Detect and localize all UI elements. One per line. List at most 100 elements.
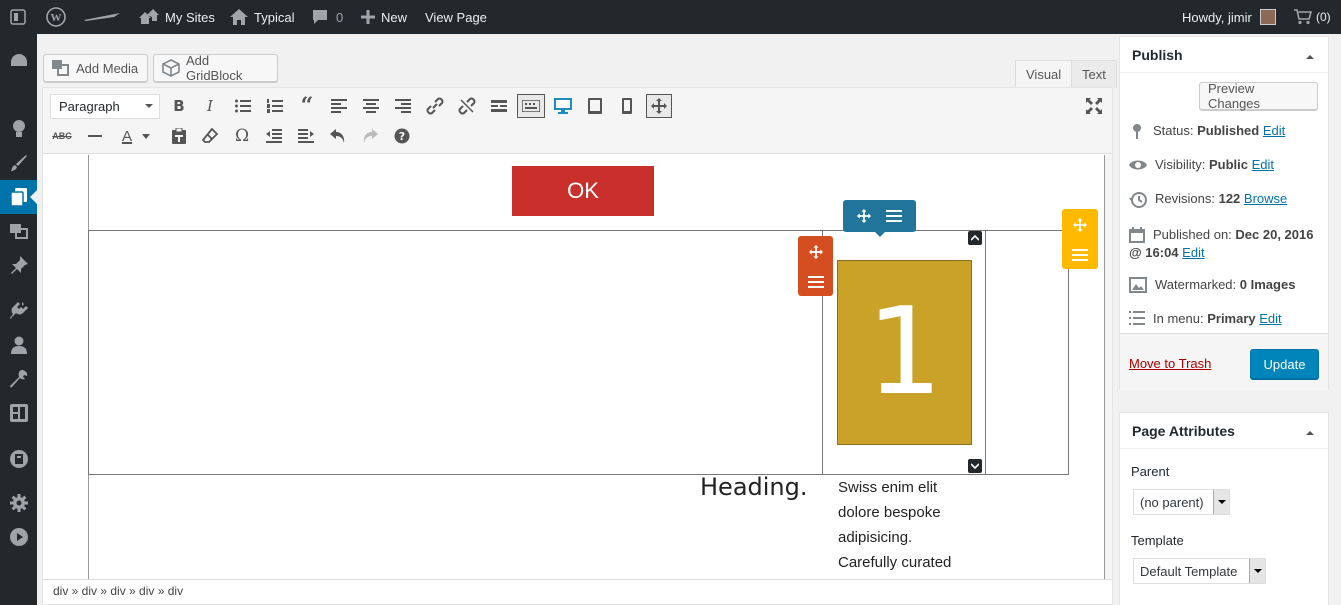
redo-icon[interactable] — [358, 124, 382, 148]
menu-pages[interactable] — [0, 180, 37, 214]
strikethrough-icon[interactable]: ABC — [50, 124, 74, 148]
menu-collapse[interactable] — [0, 520, 37, 554]
bulleted-list-icon[interactable] — [231, 94, 255, 118]
move-to-trash-link[interactable]: Move to Trash — [1129, 356, 1211, 371]
column-menu-icon[interactable] — [807, 275, 824, 288]
published-edit-link[interactable]: Edit — [1182, 245, 1204, 260]
template-select[interactable]: Default Template — [1133, 558, 1266, 584]
menu-ideas[interactable] — [0, 112, 37, 146]
revisions-label: Revisions: — [1155, 191, 1215, 206]
menu-settings-grid[interactable] — [0, 396, 37, 430]
column-handle[interactable] — [798, 236, 833, 296]
special-character-icon[interactable]: Ω — [230, 124, 254, 148]
format-select[interactable]: Paragraph — [50, 94, 160, 119]
align-right-icon[interactable] — [391, 94, 415, 118]
undo-icon[interactable] — [326, 124, 350, 148]
section-menu-icon[interactable] — [1072, 248, 1088, 261]
align-left-icon[interactable] — [327, 94, 351, 118]
site-swoosh-logo-icon[interactable] — [84, 0, 120, 34]
editor-scroll-strip[interactable] — [1104, 155, 1112, 579]
menu-dashboard[interactable] — [0, 44, 37, 78]
status-edit-link[interactable]: Edit — [1263, 123, 1285, 138]
site-name-menu[interactable]: Typical — [230, 0, 294, 34]
menu-appearance[interactable] — [0, 146, 37, 180]
publish-box-header[interactable]: Publish — [1120, 37, 1328, 73]
watermark-row: Watermarked: 0 Images — [1129, 277, 1295, 293]
row-handle[interactable] — [843, 200, 916, 232]
pushpin-icon — [10, 256, 28, 274]
wordpress-logo-icon[interactable]: W — [46, 0, 66, 34]
menu-users[interactable] — [0, 328, 37, 362]
menu-posts[interactable] — [0, 248, 37, 282]
column-move-icon[interactable] — [808, 244, 823, 259]
help-icon[interactable]: ? — [390, 124, 414, 148]
number-tile[interactable]: 1 — [837, 260, 972, 445]
row-menu-icon[interactable] — [885, 210, 902, 222]
toolbar-toggle-icon[interactable] — [517, 94, 545, 118]
menu-settings[interactable] — [0, 486, 37, 520]
update-button[interactable]: Update — [1250, 349, 1319, 379]
comments-menu[interactable]: 0 — [312, 0, 343, 34]
bold-icon[interactable]: B — [167, 94, 191, 118]
desktop-preview-icon[interactable] — [551, 94, 575, 118]
add-gridblock-button[interactable]: Add GridBlock — [153, 53, 278, 83]
text-color-dropdown-icon[interactable] — [139, 124, 153, 148]
menu-edit-link[interactable]: Edit — [1259, 311, 1281, 326]
revisions-row: Revisions: 122 Browse — [1129, 191, 1287, 209]
fullscreen-icon[interactable] — [1082, 94, 1106, 118]
eye-icon — [1129, 160, 1147, 170]
template-select-value: Default Template — [1140, 564, 1238, 579]
home-icon — [230, 9, 248, 25]
menu-gridblocks[interactable] — [0, 442, 37, 476]
collapse-down-icon[interactable] — [968, 459, 982, 473]
preview-changes-button[interactable]: Preview Changes — [1199, 81, 1318, 111]
section-handle[interactable] — [1062, 209, 1098, 269]
menu-tools[interactable] — [0, 362, 37, 396]
paragraph-line: adipisicing. — [838, 529, 913, 546]
section-move-icon[interactable] — [1073, 217, 1087, 232]
page-attributes-header[interactable]: Page Attributes — [1120, 413, 1328, 449]
editor-content[interactable]: OK 1 Heading. Swiss enim elit dolore bes… — [43, 155, 1112, 579]
visibility-edit-link[interactable]: Edit — [1252, 157, 1274, 172]
my-sites-menu[interactable]: My Sites — [139, 0, 215, 34]
numbered-list-icon[interactable] — [263, 94, 287, 118]
collapse-up-icon[interactable] — [968, 231, 982, 245]
read-more-icon[interactable] — [487, 94, 511, 118]
element-path[interactable]: div » div » div » div » div — [53, 584, 183, 598]
ok-button[interactable]: OK — [512, 166, 654, 216]
paste-as-text-icon[interactable] — [167, 124, 191, 148]
menu-media[interactable] — [0, 214, 37, 248]
my-account-menu[interactable]: Howdy, jimir — [1182, 0, 1276, 34]
new-content-menu[interactable]: New — [361, 0, 407, 34]
tab-visual[interactable]: Visual — [1015, 60, 1073, 88]
cart-menu[interactable]: (0) — [1294, 0, 1331, 34]
menu-row: In menu: Primary Edit — [1129, 311, 1282, 326]
visibility-row: Visibility: Public Edit — [1129, 157, 1274, 173]
remove-link-icon[interactable] — [455, 94, 479, 118]
insert-link-icon[interactable] — [423, 94, 447, 118]
tab-text[interactable]: Text — [1071, 60, 1117, 88]
indent-icon[interactable] — [294, 124, 318, 148]
blockquote-icon[interactable]: “ — [295, 93, 319, 119]
dashboard-toggle-icon[interactable] — [10, 0, 26, 34]
mobile-preview-icon[interactable] — [615, 94, 639, 118]
view-page-link[interactable]: View Page — [425, 0, 487, 34]
menu-plugins[interactable] — [0, 294, 37, 328]
parent-label: Parent — [1131, 464, 1170, 479]
text-color-icon[interactable]: A — [115, 124, 139, 148]
italic-icon[interactable]: I — [198, 94, 222, 118]
parent-select[interactable]: (no parent) — [1133, 489, 1230, 515]
horizontal-line-icon[interactable] — [83, 124, 107, 148]
move-mode-icon[interactable] — [646, 94, 672, 118]
outdent-icon[interactable] — [262, 124, 286, 148]
add-media-button[interactable]: Add Media — [43, 54, 148, 82]
clear-formatting-icon[interactable] — [198, 124, 222, 148]
pages-icon — [10, 188, 27, 206]
tablet-preview-icon[interactable] — [583, 94, 607, 118]
row-move-icon[interactable] — [857, 209, 872, 223]
align-center-icon[interactable] — [359, 94, 383, 118]
revisions-browse-link[interactable]: Browse — [1244, 191, 1287, 206]
paintbrush-icon — [10, 155, 27, 171]
paragraph-line: dolore bespoke — [838, 504, 941, 521]
calendar-icon — [1129, 227, 1145, 243]
